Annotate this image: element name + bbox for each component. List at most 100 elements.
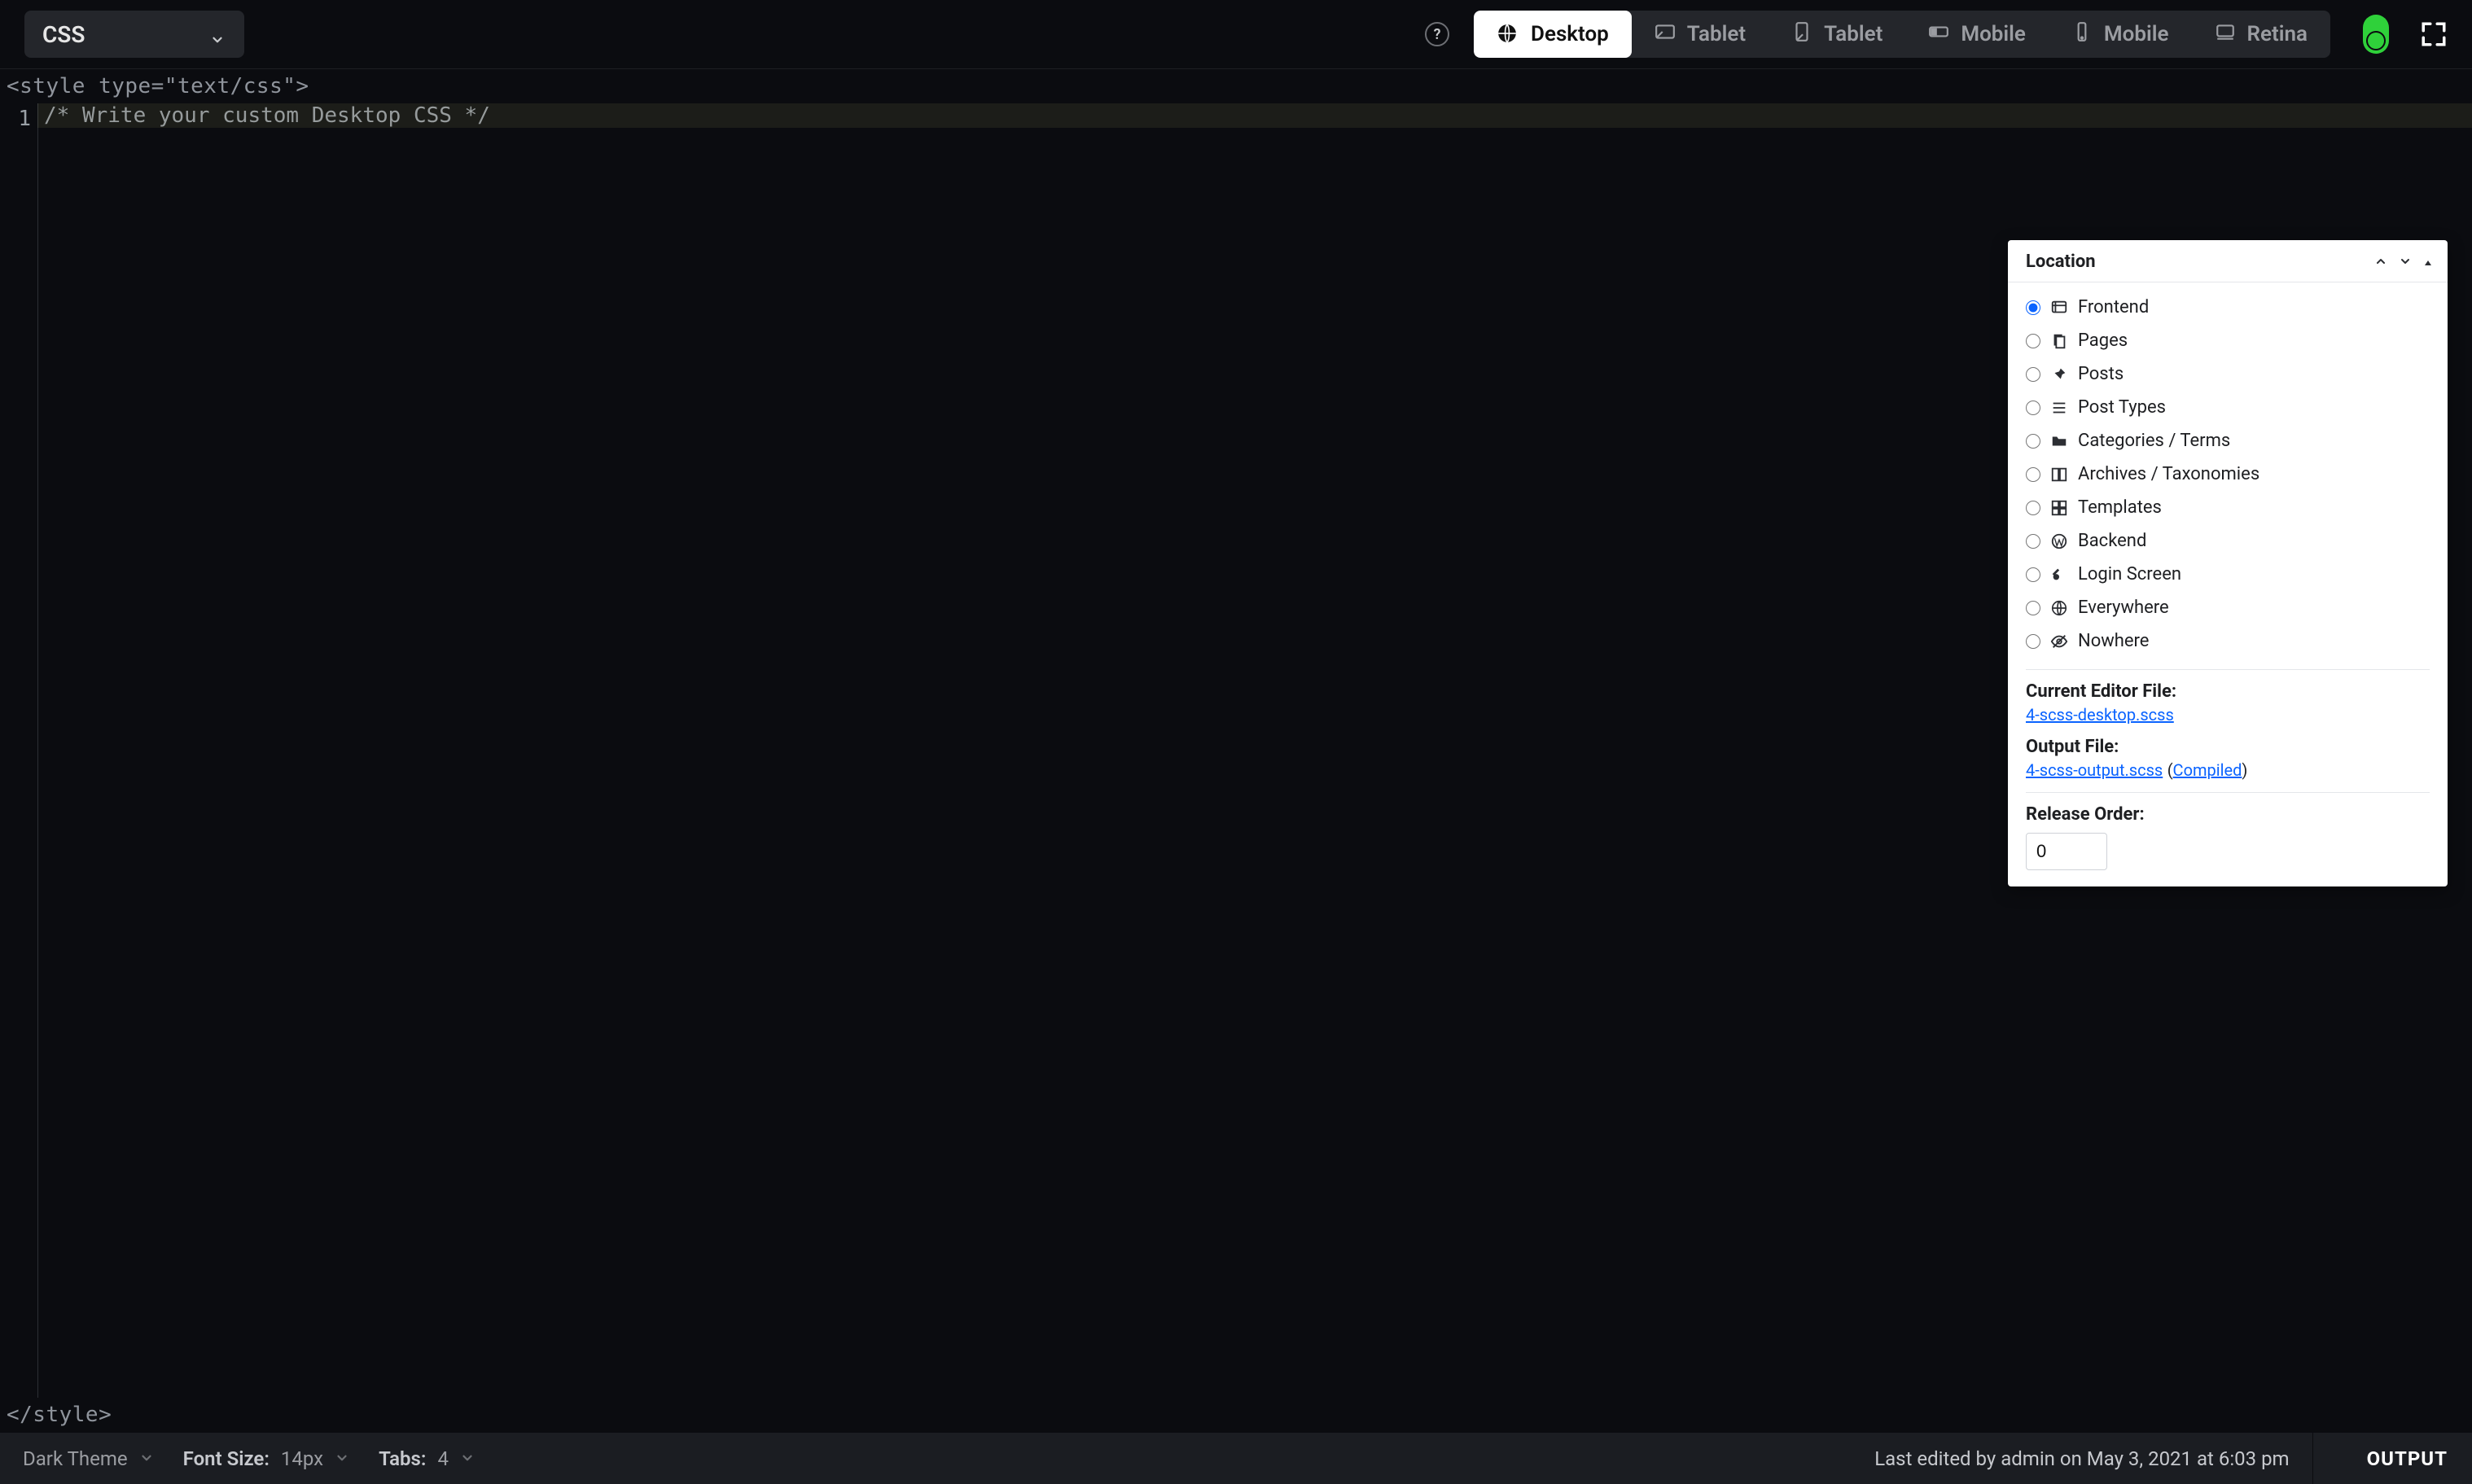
location-item-label: Archives / Taxonomies [2078, 464, 2259, 484]
release-order-label: Release Order: [2026, 804, 2430, 825]
language-dropdown-label: CSS [42, 21, 85, 48]
style-close-tag: </style> [0, 1398, 2472, 1432]
mobile-portrait-icon [2071, 21, 2093, 48]
location-item-categories[interactable]: Categories / Terms [2026, 424, 2430, 457]
location-item-post-types[interactable]: Post Types [2026, 391, 2430, 424]
fullscreen-button[interactable] [2420, 20, 2448, 48]
style-open-tag: <style type="text/css"> [0, 69, 2472, 103]
location-item-templates[interactable]: Templates [2026, 491, 2430, 524]
tabs-dropdown[interactable]: 4 [437, 1447, 475, 1470]
tab-mobile-landscape[interactable]: Mobile [1905, 11, 2049, 58]
tablet-landscape-icon [1655, 21, 1676, 48]
location-item-label: Frontend [2078, 297, 2149, 317]
current-file-link[interactable]: 4-scss-desktop.scss [2026, 705, 2174, 724]
location-item-everywhere[interactable]: Everywhere [2026, 591, 2430, 624]
key-icon [2050, 566, 2068, 584]
editor-placeholder-comment: /* Write your custom Desktop CSS */ [37, 103, 2472, 128]
location-item-label: Nowhere [2078, 631, 2149, 651]
chevron-down-icon [139, 1447, 154, 1470]
template-icon [2050, 499, 2068, 517]
font-size-dropdown[interactable]: 14px [281, 1447, 349, 1470]
mobile-landscape-icon [1928, 21, 1949, 48]
panel-collapse-icon[interactable] [2423, 252, 2433, 272]
enable-toggle[interactable] [2363, 15, 2389, 54]
chevron-down-icon [335, 1447, 349, 1470]
location-radio[interactable] [2026, 634, 2040, 649]
output-compiled-link[interactable]: Compiled [2173, 760, 2242, 780]
archive-icon [2050, 466, 2068, 484]
help-button[interactable]: ? [1425, 22, 1449, 46]
tabs-label: Tabs: [379, 1447, 426, 1470]
tab-mobile-portrait[interactable]: Mobile [2049, 11, 2192, 58]
tab-label: Mobile [2104, 22, 2169, 46]
tab-label: Tablet [1824, 22, 1882, 46]
editor-shell: <style type="text/css"> 1 /* Write your … [0, 69, 2472, 1432]
location-item-posts[interactable]: Posts [2026, 357, 2430, 391]
retina-icon [2215, 21, 2236, 48]
font-size-value: 14px [281, 1447, 323, 1470]
location-panel-title: Location [2026, 252, 2096, 272]
location-item-archives[interactable]: Archives / Taxonomies [2026, 457, 2430, 491]
theme-dropdown-label: Dark Theme [23, 1447, 128, 1470]
top-toolbar: CSS ? Desktop Tablet Tablet [0, 0, 2472, 69]
location-panel-header: Location [2008, 240, 2448, 282]
language-dropdown[interactable]: CSS [24, 11, 244, 58]
line-number: 1 [0, 107, 31, 131]
last-edited-text: Last edited by admin on May 3, 2021 at 6… [1874, 1433, 2312, 1484]
chevron-down-icon [210, 26, 226, 42]
output-file-label: Output File: [2026, 737, 2430, 757]
tabs-control: Tabs: 4 [379, 1447, 475, 1470]
location-item-label: Posts [2078, 364, 2124, 384]
location-radio[interactable] [2026, 567, 2040, 582]
location-item-frontend[interactable]: Frontend [2026, 291, 2430, 324]
output-file-link[interactable]: 4-scss-output.scss [2026, 760, 2163, 780]
location-panel: Location Frontend Pages [2008, 240, 2448, 886]
tab-desktop[interactable]: Desktop [1474, 11, 1632, 58]
location-item-pages[interactable]: Pages [2026, 324, 2430, 357]
location-radio[interactable] [2026, 434, 2040, 449]
tab-label: Desktop [1531, 22, 1609, 46]
location-item-login[interactable]: Login Screen [2026, 558, 2430, 591]
location-radio[interactable] [2026, 334, 2040, 348]
location-item-label: Everywhere [2078, 598, 2169, 618]
font-size-control: Font Size: 14px [183, 1447, 349, 1470]
location-radio[interactable] [2026, 601, 2040, 615]
theme-dropdown[interactable]: Dark Theme [23, 1447, 154, 1470]
tab-tablet-landscape[interactable]: Tablet [1632, 11, 1769, 58]
release-order-input[interactable] [2026, 833, 2107, 870]
panel-next-icon[interactable] [2399, 252, 2412, 272]
location-radio[interactable] [2026, 401, 2040, 415]
location-item-label: Categories / Terms [2078, 431, 2230, 451]
location-item-backend[interactable]: Backend [2026, 524, 2430, 558]
location-item-label: Post Types [2078, 397, 2166, 418]
location-radio[interactable] [2026, 467, 2040, 482]
folder-icon [2050, 432, 2068, 450]
location-radio[interactable] [2026, 367, 2040, 382]
tab-retina[interactable]: Retina [2192, 11, 2330, 58]
device-tabstrip: Desktop Tablet Tablet Mobile Mobile [1474, 11, 2330, 58]
font-size-label: Font Size: [183, 1447, 270, 1470]
chevron-down-icon [460, 1447, 475, 1470]
current-file-label: Current Editor File: [2026, 681, 2430, 702]
location-item-nowhere[interactable]: Nowhere [2026, 624, 2430, 658]
location-item-label: Backend [2078, 531, 2146, 551]
pages-icon [2050, 332, 2068, 350]
tabs-value: 4 [437, 1447, 449, 1470]
output-compiled-wrap: (Compiled) [2167, 760, 2248, 780]
wordpress-icon [2050, 532, 2068, 550]
tab-label: Mobile [1961, 22, 2026, 46]
tab-tablet-portrait[interactable]: Tablet [1769, 11, 1905, 58]
panel-prev-icon[interactable] [2374, 252, 2387, 272]
line-gutter: 1 [0, 103, 37, 1398]
globe-icon [1497, 23, 1519, 46]
output-button[interactable]: OUTPUT [2343, 1433, 2472, 1484]
tab-label: Tablet [1687, 22, 1746, 46]
location-item-label: Pages [2078, 331, 2128, 351]
tab-label: Retina [2247, 22, 2308, 46]
location-item-label: Login Screen [2078, 564, 2181, 584]
tablet-portrait-icon [1791, 21, 1812, 48]
pin-icon [2050, 366, 2068, 383]
location-radio[interactable] [2026, 534, 2040, 549]
location-radio[interactable] [2026, 300, 2040, 315]
location-radio[interactable] [2026, 501, 2040, 515]
